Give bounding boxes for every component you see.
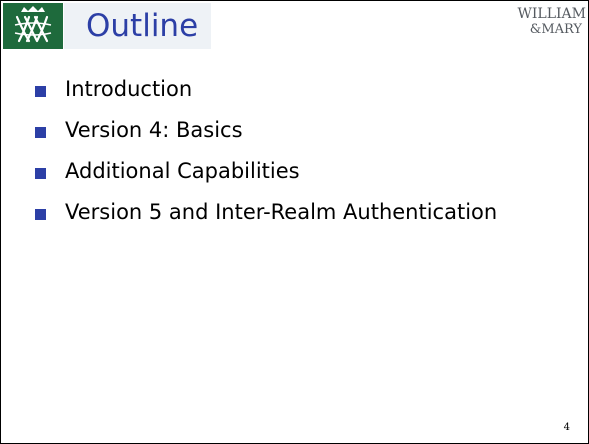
bullet-item: Introduction bbox=[1, 69, 497, 110]
cypher-shield-icon bbox=[3, 3, 63, 49]
bullet-list: Introduction Version 4: Basics Additiona… bbox=[1, 69, 497, 233]
square-bullet-icon bbox=[35, 86, 46, 97]
bullet-item: Version 5 and Inter-Realm Authentication bbox=[1, 192, 497, 233]
wordmark-line-1: WILLIAM bbox=[517, 6, 587, 22]
bullet-item: Additional Capabilities bbox=[1, 151, 497, 192]
page-number: 4 bbox=[563, 422, 570, 433]
bullet-text: Version 4: Basics bbox=[65, 118, 243, 142]
slide-title: Outline bbox=[86, 8, 199, 44]
square-bullet-icon bbox=[35, 168, 46, 179]
bullet-item: Version 4: Basics bbox=[1, 110, 497, 151]
cypher-shield-graphic bbox=[3, 3, 63, 49]
bullet-text: Version 5 and Inter-Realm Authentication bbox=[65, 200, 498, 224]
william-mary-wordmark: WILLIAM &MARY bbox=[506, 6, 587, 38]
title-bar: Outline bbox=[64, 3, 211, 49]
bullet-text: Additional Capabilities bbox=[65, 159, 300, 183]
bullet-text: Introduction bbox=[65, 77, 193, 101]
square-bullet-icon bbox=[35, 127, 46, 138]
square-bullet-icon bbox=[35, 209, 46, 220]
slide: Outline WILLIAM &MARY Introduction Versi… bbox=[0, 0, 589, 444]
wordmark-line-2: &MARY bbox=[529, 22, 582, 37]
